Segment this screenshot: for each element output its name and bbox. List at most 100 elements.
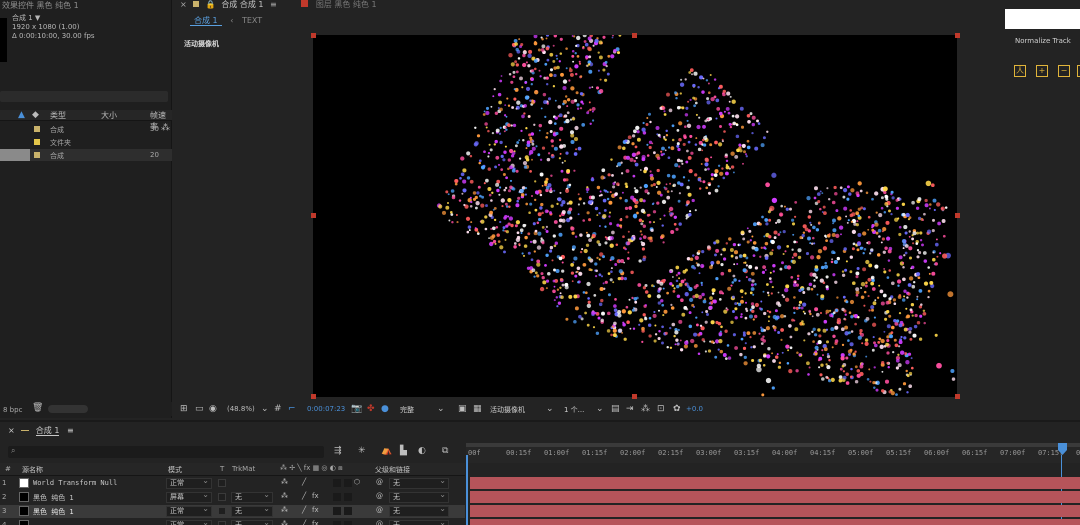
subtab-active[interactable]: 合成 1 (190, 16, 222, 26)
mask-icon[interactable]: ◉ (209, 404, 217, 414)
preserve-transparency-toggle[interactable] (218, 479, 226, 487)
flowchart-icon[interactable]: ⁂ (161, 123, 170, 133)
fx-switch-icon[interactable]: fx (312, 506, 319, 514)
layer-row[interactable]: 4正常无⁂╱fx@无 (0, 518, 465, 525)
fx-switch-icon[interactable]: fx (312, 492, 319, 500)
transform-handle[interactable] (632, 394, 637, 399)
layer-duration-bar[interactable] (470, 491, 1080, 503)
project-row-selected[interactable]: 合成 20 (0, 149, 172, 161)
layer-duration-bar[interactable] (470, 519, 1080, 525)
motion-blur-switch[interactable] (333, 521, 341, 525)
fx-switch-icon[interactable]: fx (312, 520, 319, 525)
monitor-icon[interactable]: ▭ (195, 404, 204, 414)
work-area-bar[interactable] (466, 443, 1080, 447)
layer-row[interactable]: 2黑色 纯色 1屏幕无⁂╱fx@无 (0, 490, 465, 504)
shy-switch-icon[interactable]: ⁂ (281, 520, 288, 525)
trash-icon[interactable]: 🗑 (32, 403, 43, 413)
chevron-down-icon[interactable]: ⌄ (261, 404, 269, 414)
camera-snapshot-icon[interactable]: 📷 (351, 404, 362, 414)
motion-blur-switch[interactable] (333, 493, 341, 501)
subtab-text[interactable]: TEXT (242, 16, 262, 25)
quality-switch-icon[interactable]: ╱ (302, 492, 306, 500)
shy-switch-icon[interactable]: ⁂ (281, 492, 288, 500)
layer-trkmat-select[interactable]: 无 (231, 504, 273, 517)
frame-blending-icon[interactable]: ▙ (400, 446, 407, 456)
layer-trkmat-select[interactable]: 无 (231, 490, 273, 503)
layer-parent-select[interactable]: 无 (389, 476, 449, 489)
shy-switch-icon[interactable]: ⁂ (281, 506, 288, 514)
quality-switch-icon[interactable]: ╱ (302, 478, 306, 486)
close-icon[interactable]: × (180, 0, 187, 9)
camera-view-select[interactable]: 活动摄像机 (490, 405, 525, 415)
region-icon[interactable]: ⌐ (288, 404, 296, 414)
transparency-grid-icon[interactable]: ▦ (473, 404, 482, 414)
project-search-input[interactable] (0, 91, 168, 102)
menu-icon[interactable]: ≡ (67, 426, 74, 435)
adjustment-switch[interactable] (344, 507, 352, 515)
motion-blur-switch[interactable] (333, 479, 341, 487)
timeline-icon[interactable]: ⇥ (626, 404, 634, 414)
layer-parent-select[interactable]: 无 (389, 504, 449, 517)
draft-3d-icon[interactable]: ✳ (358, 446, 366, 456)
transform-handle[interactable] (955, 213, 960, 218)
add-icon[interactable]: + (1036, 65, 1048, 77)
minus-icon[interactable]: − (1058, 65, 1070, 77)
layer-parent-select[interactable]: 无 (389, 490, 449, 503)
effects-panel-title[interactable]: 效果控件 黑色 纯色 1 (2, 0, 79, 12)
column-parent[interactable]: 父级和链接 (375, 465, 410, 475)
layer-row[interactable]: 1World Transform Null正常⁂╱⬡@无 (0, 476, 465, 490)
transform-handle[interactable] (955, 33, 960, 38)
exposure-reset-icon[interactable]: ✿ (673, 404, 681, 414)
layer-name[interactable]: 黑色 纯色 1 (33, 507, 74, 517)
chevron-down-icon[interactable]: ▼ (35, 14, 40, 22)
chevron-down-icon[interactable]: ⌄ (437, 404, 445, 414)
transform-handle[interactable] (311, 213, 316, 218)
preserve-transparency-toggle[interactable] (218, 507, 226, 515)
quality-switch-icon[interactable]: ╱ (302, 520, 306, 525)
adjustment-switch[interactable] (344, 479, 352, 487)
roi-icon[interactable]: ▣ (458, 404, 467, 414)
track-name-field[interactable] (1005, 9, 1080, 29)
layer-search-input[interactable]: ⌕ (8, 446, 324, 458)
always-preview-icon[interactable]: ⊞ (180, 404, 188, 414)
column-type[interactable]: 类型 (50, 110, 66, 121)
layer-name[interactable]: 黑色 纯色 1 (33, 493, 74, 503)
motion-blur-icon[interactable]: ◐ (418, 446, 426, 456)
column-source-name[interactable]: 源名称 (22, 465, 43, 475)
zoom-level[interactable]: (48.8%) (227, 405, 255, 413)
layer-mode-select[interactable]: 正常 (166, 504, 212, 517)
column-trkmat[interactable]: TrkMat (232, 465, 255, 473)
pickwhip-icon[interactable]: @ (376, 506, 383, 514)
adjustment-switch[interactable] (344, 493, 352, 501)
layer-duration-bar[interactable] (470, 477, 1080, 489)
preserve-transparency-toggle[interactable] (218, 521, 226, 525)
preserve-transparency-toggle[interactable] (218, 493, 226, 501)
layer-mode-select[interactable]: 屏幕 (166, 490, 212, 503)
comp-flowchart-icon[interactable]: ⁂ (641, 404, 650, 414)
transform-handle[interactable] (311, 33, 316, 38)
view-layout-select[interactable]: 1 个... (564, 405, 584, 415)
shy-switch-icon[interactable]: ⁂ (281, 478, 288, 486)
chevron-down-icon[interactable]: ⌄ (546, 404, 554, 414)
layer-tab[interactable]: 图层 黑色 纯色 1 (316, 0, 377, 9)
adjustment-switch[interactable] (344, 521, 352, 525)
motion-blur-switch[interactable] (333, 507, 341, 515)
close-icon[interactable]: × (8, 426, 15, 435)
transform-handle[interactable] (311, 394, 316, 399)
bpc-indicator[interactable]: 8 bpc (3, 406, 22, 414)
sort-up-icon[interactable]: ▲ (18, 110, 25, 120)
layer-parent-select[interactable]: 无 (389, 518, 449, 525)
column-mode[interactable]: 模式 (168, 465, 182, 475)
time-ruler[interactable]: 00f 00:15f 01:00f 01:15f 02:00f 02:15f 03:00f 0… (466, 443, 1080, 463)
layer-mode-select[interactable]: 正常 (166, 518, 212, 525)
shy-layers-icon[interactable]: ⛺ (381, 446, 392, 456)
pickwhip-icon[interactable]: @ (376, 492, 383, 500)
grid-icon[interactable]: # (274, 404, 282, 414)
layer-trkmat-select[interactable]: 无 (231, 518, 273, 525)
comp-mini-flowchart-icon[interactable]: ⇶ (334, 446, 342, 456)
layer-row[interactable]: 3黑色 纯色 1正常无⁂╱fx@无 (0, 504, 465, 518)
playhead-marker[interactable] (1058, 443, 1067, 455)
person-icon[interactable]: 人 (1014, 65, 1026, 77)
column-size[interactable]: 大小 (101, 110, 117, 121)
chevron-left-icon[interactable]: ‹ (230, 16, 233, 25)
